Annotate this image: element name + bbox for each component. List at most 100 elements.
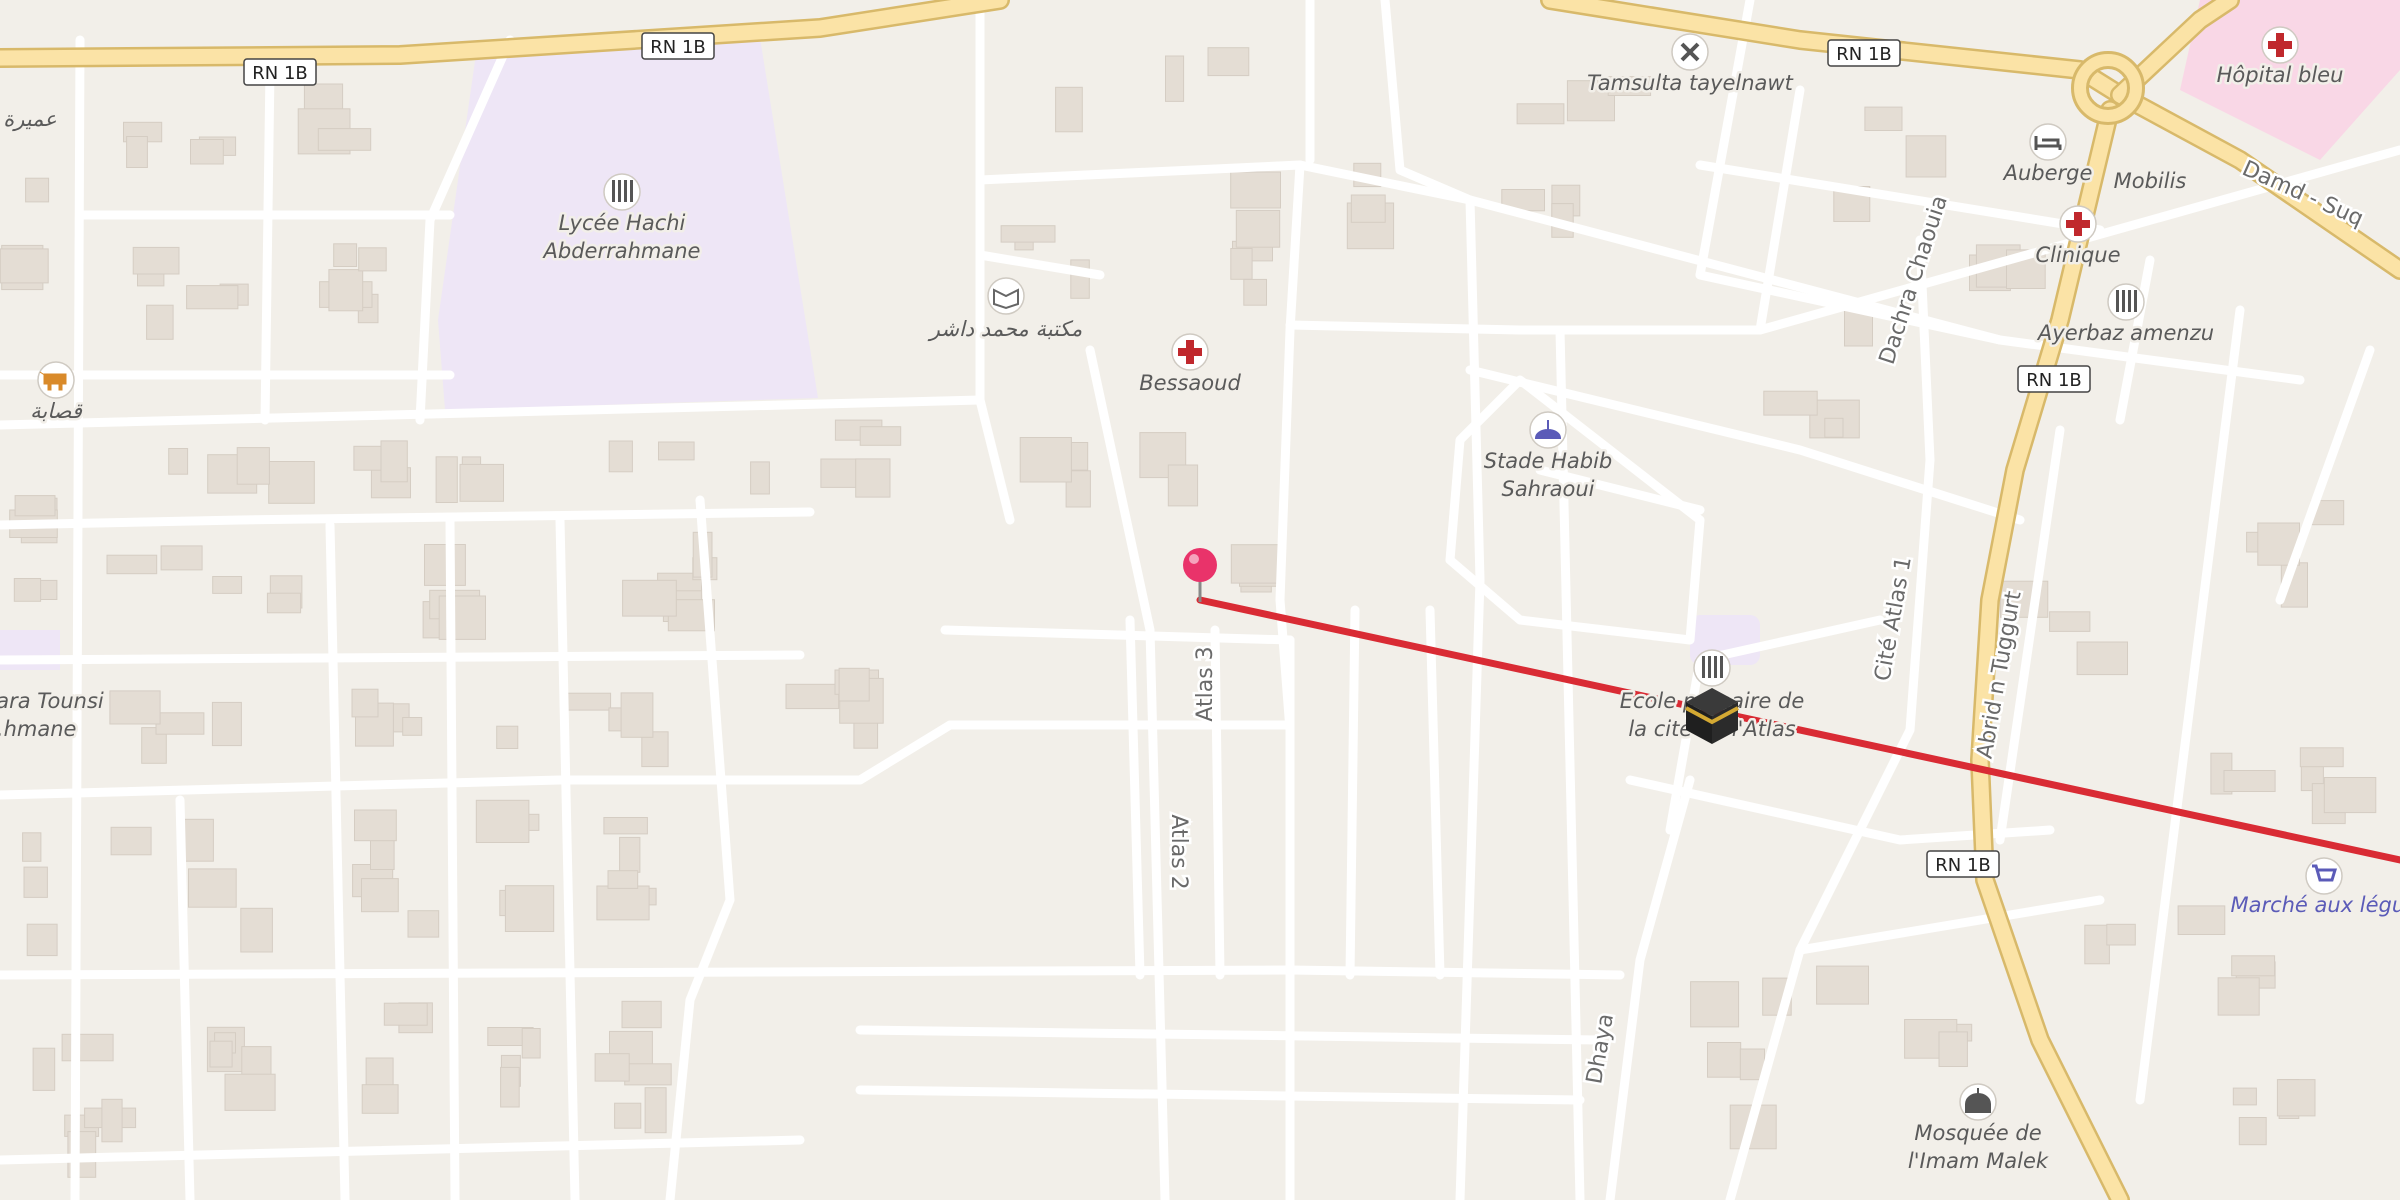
poi-label-line1: Lycée Hachi <box>559 211 686 235</box>
street-h6 <box>855 1025 1605 1045</box>
poi-mosquee[interactable]: Mosquée de l'Imam Malek <box>1905 1083 2051 1176</box>
poi-auberge[interactable]: Auberge <box>1999 123 2095 188</box>
route-badge-text: RN 1B <box>1935 855 1991 876</box>
building <box>496 725 519 750</box>
poi-label: Mobilis <box>2114 169 2187 193</box>
poi-label: مكتبة محمد داشر <box>927 317 1082 342</box>
building <box>333 243 358 268</box>
building <box>855 458 891 498</box>
poi-amira[interactable]: عميرة <box>1 105 60 135</box>
building <box>1165 55 1185 102</box>
building <box>0 248 49 284</box>
building <box>236 447 270 485</box>
poi-label: قصابة <box>30 399 83 423</box>
poi-label: Clinique <box>2035 243 2120 267</box>
building <box>658 441 695 461</box>
building <box>2076 641 2129 676</box>
building <box>838 667 870 702</box>
building <box>619 836 641 873</box>
building <box>607 870 639 889</box>
poi-bessaoud[interactable]: Bessaoud <box>1137 333 1244 398</box>
building <box>383 1002 428 1026</box>
building <box>266 592 302 614</box>
building <box>1207 47 1250 77</box>
route-badge-rn1b-2: RN 1B <box>641 32 715 60</box>
building <box>13 578 42 602</box>
street-v14 <box>1380 0 1485 1200</box>
poi-marche[interactable]: Marché aux légumes <box>2228 857 2400 920</box>
building <box>110 826 152 856</box>
building <box>1938 1031 1968 1068</box>
building <box>2106 923 2136 946</box>
building <box>402 717 423 736</box>
building <box>1707 1042 1742 1078</box>
building <box>608 440 633 473</box>
building <box>155 712 205 735</box>
building <box>1235 209 1281 248</box>
building <box>407 910 440 938</box>
building <box>2238 1117 2267 1146</box>
poi-label-line1: Mosquée de <box>1914 1121 2041 1145</box>
map-canvas[interactable]: RN 1B RN 1B RN 1B RN 1B RN 1B Atlas 3 At… <box>0 0 2400 1200</box>
street-v21 <box>1125 615 1145 980</box>
building <box>328 269 364 312</box>
poi-tounsi[interactable]: ...ara Tounsi ...hmane <box>0 687 106 744</box>
building <box>2276 1079 2316 1117</box>
building <box>500 1066 520 1108</box>
building <box>1230 171 1281 209</box>
building <box>351 688 379 718</box>
building <box>1243 278 1268 306</box>
route-badge-rn1b-5: RN 1B <box>1926 850 2000 878</box>
building <box>594 1053 630 1082</box>
building <box>621 1000 662 1029</box>
building <box>358 247 387 272</box>
building <box>26 923 58 957</box>
building <box>424 544 466 586</box>
street-v5 <box>445 515 460 1200</box>
route-badge-text: RN 1B <box>2026 370 2082 391</box>
building <box>2049 611 2091 632</box>
building <box>2084 924 2110 965</box>
building <box>1516 103 1565 125</box>
poi-label: عميرة <box>3 107 57 132</box>
building <box>160 545 203 571</box>
route-badge-rn1b-3: RN 1B <box>1827 39 1901 67</box>
location-pin[interactable] <box>1183 548 1217 602</box>
building <box>1350 194 1386 223</box>
street-v6 <box>555 515 580 1200</box>
building <box>224 1073 276 1111</box>
street-v1 <box>70 35 85 1200</box>
street-h5 <box>0 965 1625 980</box>
building <box>268 461 315 504</box>
building <box>106 554 158 575</box>
building <box>1000 225 1056 243</box>
building <box>614 1102 642 1129</box>
building <box>2223 770 2276 792</box>
building <box>1070 259 1090 299</box>
building <box>475 799 530 843</box>
building <box>521 1028 541 1059</box>
building <box>644 1087 667 1134</box>
building <box>101 1098 123 1143</box>
street-label-dhaya: Dhaya <box>1582 1012 1619 1086</box>
building <box>596 885 650 921</box>
poi-stade[interactable]: Stade Habib Sahraoui <box>1481 411 1615 504</box>
street-v4 <box>325 520 350 1200</box>
building <box>188 868 237 908</box>
building <box>435 456 458 503</box>
building <box>820 458 857 488</box>
poi-bibliotheque[interactable]: مكتبة محمد داشر <box>924 277 1085 345</box>
poi-label: Ayerbaz amenzu <box>2036 321 2214 345</box>
poi-label-line2: ...hmane <box>0 717 76 741</box>
building <box>1763 390 1818 416</box>
poi-mobilis[interactable]: Mobilis <box>2111 167 2189 196</box>
street-v16 <box>1605 775 1695 1200</box>
building <box>22 832 42 862</box>
building <box>1167 464 1199 507</box>
building <box>622 579 677 617</box>
street-v24 <box>1425 605 1445 980</box>
building <box>1230 544 1280 584</box>
building <box>23 866 48 898</box>
building <box>750 461 770 495</box>
poi-label-line2: Abderrahmane <box>542 239 701 263</box>
